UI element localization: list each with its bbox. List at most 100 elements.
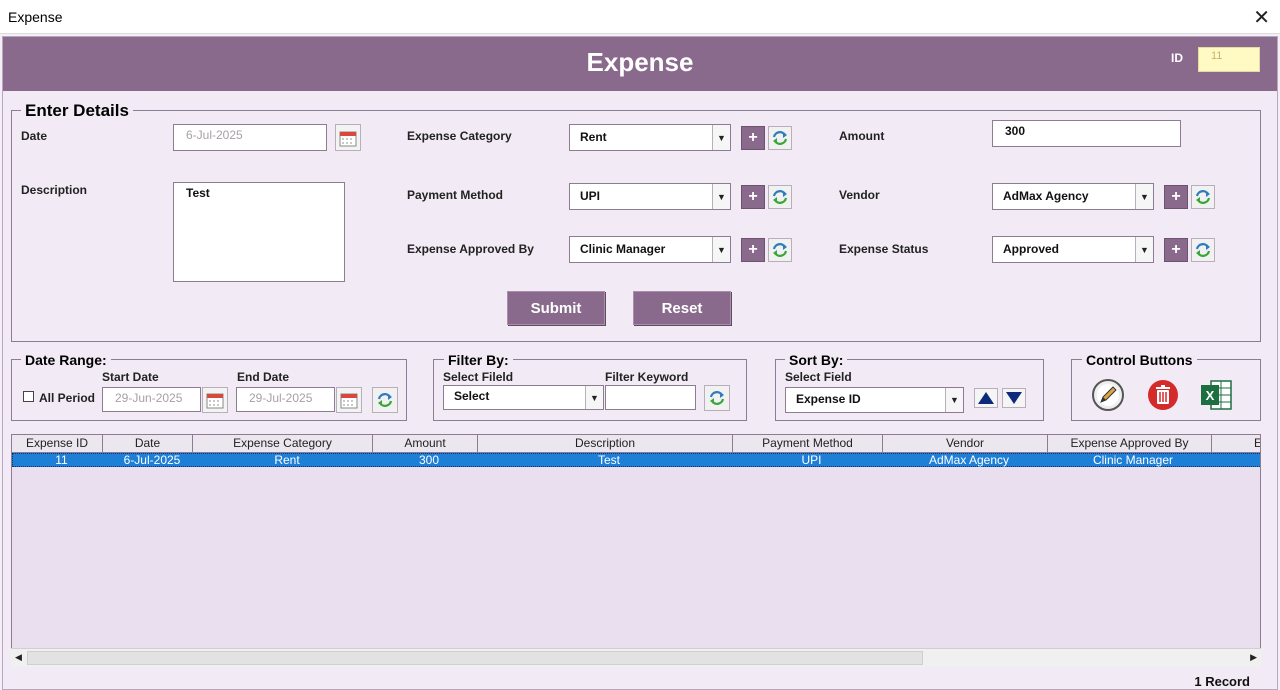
sort-field-combo[interactable]: Expense ID ▼ [785,387,964,413]
edit-icon[interactable] [1091,378,1125,412]
filter-field-combo[interactable]: Select ▼ [443,385,604,410]
vendor-value: AdMax Agency [1003,189,1089,203]
dropdown-arrow-icon[interactable]: ▼ [1135,237,1153,262]
filter-field-value: Select [454,389,490,403]
expense-category-combo[interactable]: Rent ▼ [569,124,731,151]
table-row[interactable]: 11 6-Jul-2025 Rent 300 Test UPI AdMax Ag… [12,453,1260,467]
refresh-icon[interactable] [372,387,398,413]
sort-up-icon[interactable] [974,388,998,408]
table-cell [1213,454,1260,467]
date-range-title: Date Range: [21,352,111,368]
table-cell: 300 [418,454,440,467]
svg-text:X: X [1206,388,1215,403]
filter-field-label: Select Fileld [443,370,514,384]
delete-icon[interactable] [1146,378,1180,412]
end-date-label: End Date [237,370,290,384]
add-vendor-button[interactable]: + [1164,185,1188,209]
page-title: Expense [586,47,694,77]
expense-status-value: Approved [1003,242,1060,256]
column-header[interactable]: Description [478,435,733,452]
table-cell: 11 [55,454,68,467]
scrollbar-thumb[interactable] [27,651,923,665]
window-titlebar: Expense ✕ [0,0,1280,34]
expense-grid[interactable]: Expense ID Date Expense Category Amount … [11,434,1261,667]
window-title: Expense [8,9,63,25]
excel-icon[interactable]: X [1199,378,1233,412]
filter-by-title: Filter By: [444,352,513,368]
add-category-button[interactable]: + [741,126,765,150]
add-status-button[interactable]: + [1164,238,1188,262]
refresh-icon[interactable] [768,185,792,209]
filter-keyword-label: Filter Keyword [605,370,689,384]
start-date-label: Start Date [102,370,159,384]
end-date-field[interactable]: 29-Jul-2025 [236,387,335,412]
expense-category-value: Rent [580,130,607,144]
start-date-field[interactable]: 29-Jun-2025 [102,387,201,412]
control-buttons-title: Control Buttons [1082,352,1197,368]
dropdown-arrow-icon[interactable]: ▼ [712,184,730,209]
date-label: Date [21,129,48,143]
calendar-icon[interactable] [335,124,361,151]
approved-by-value: Clinic Manager [580,242,666,256]
dropdown-arrow-icon[interactable]: ▼ [1135,184,1153,209]
sort-field-label: Select Field [785,370,852,384]
table-cell: 6-Jul-2025 [123,454,181,467]
all-period-label: All Period [39,391,96,405]
expense-category-label: Expense Category [407,129,512,143]
sort-field-value: Expense ID [796,392,861,406]
refresh-icon[interactable] [768,238,792,262]
horizontal-scrollbar[interactable]: ◀ ▶ [11,648,1261,667]
scroll-left-icon[interactable]: ◀ [15,652,22,663]
vendor-label: Vendor [839,188,880,202]
table-cell: Rent [274,454,300,467]
date-field[interactable]: 6-Jul-2025 [173,124,327,151]
dropdown-arrow-icon[interactable]: ▼ [585,386,603,409]
grid-header: Expense ID Date Expense Category Amount … [12,435,1260,453]
column-header[interactable]: Expense ID [12,435,103,452]
table-cell: Clinic Manager [1092,454,1174,467]
submit-button[interactable]: Submit [507,291,605,325]
add-approver-button[interactable]: + [741,238,765,262]
payment-method-label: Payment Method [407,188,504,202]
dropdown-arrow-icon[interactable]: ▼ [945,388,963,412]
table-cell: UPI [801,454,822,467]
refresh-icon[interactable] [704,385,730,411]
expense-status-label: Expense Status [839,242,929,256]
payment-method-value: UPI [580,189,601,203]
reset-button[interactable]: Reset [633,291,731,325]
sort-down-icon[interactable] [1002,388,1026,408]
dropdown-arrow-icon[interactable]: ▼ [712,125,730,150]
expense-status-combo[interactable]: Approved ▼ [992,236,1154,263]
table-cell: Test [597,454,620,467]
dropdown-arrow-icon[interactable]: ▼ [712,237,730,262]
close-icon[interactable]: ✕ [1253,5,1270,30]
calendar-icon[interactable] [336,387,362,413]
refresh-icon[interactable] [1191,185,1215,209]
sort-by-title: Sort By: [785,352,848,368]
column-header[interactable]: E [1212,435,1260,452]
filter-keyword-field[interactable] [605,385,696,410]
amount-field[interactable]: 300 [992,120,1181,147]
column-header[interactable]: Expense Category [193,435,373,452]
record-count: 1 Record [1194,674,1250,689]
column-header[interactable]: Amount [373,435,478,452]
refresh-icon[interactable] [768,126,792,150]
id-label: ID [1171,51,1183,65]
column-header[interactable]: Payment Method [733,435,883,452]
all-period-checkbox[interactable] [23,391,34,402]
approved-by-label: Expense Approved By [407,242,534,256]
payment-method-combo[interactable]: UPI ▼ [569,183,731,210]
column-header[interactable]: Vendor [883,435,1048,452]
vendor-combo[interactable]: AdMax Agency ▼ [992,183,1154,210]
column-header[interactable]: Date [103,435,193,452]
calendar-icon[interactable] [202,387,228,413]
scroll-right-icon[interactable]: ▶ [1250,652,1257,663]
refresh-icon[interactable] [1191,238,1215,262]
id-value: 11 [1198,47,1260,72]
column-header[interactable]: Expense Approved By [1048,435,1212,452]
form-header: Expense ID 11 [3,37,1277,91]
add-payment-method-button[interactable]: + [741,185,765,209]
approved-by-combo[interactable]: Clinic Manager ▼ [569,236,731,263]
table-cell: AdMax Agency [928,454,1010,467]
description-field[interactable]: Test [173,182,345,282]
